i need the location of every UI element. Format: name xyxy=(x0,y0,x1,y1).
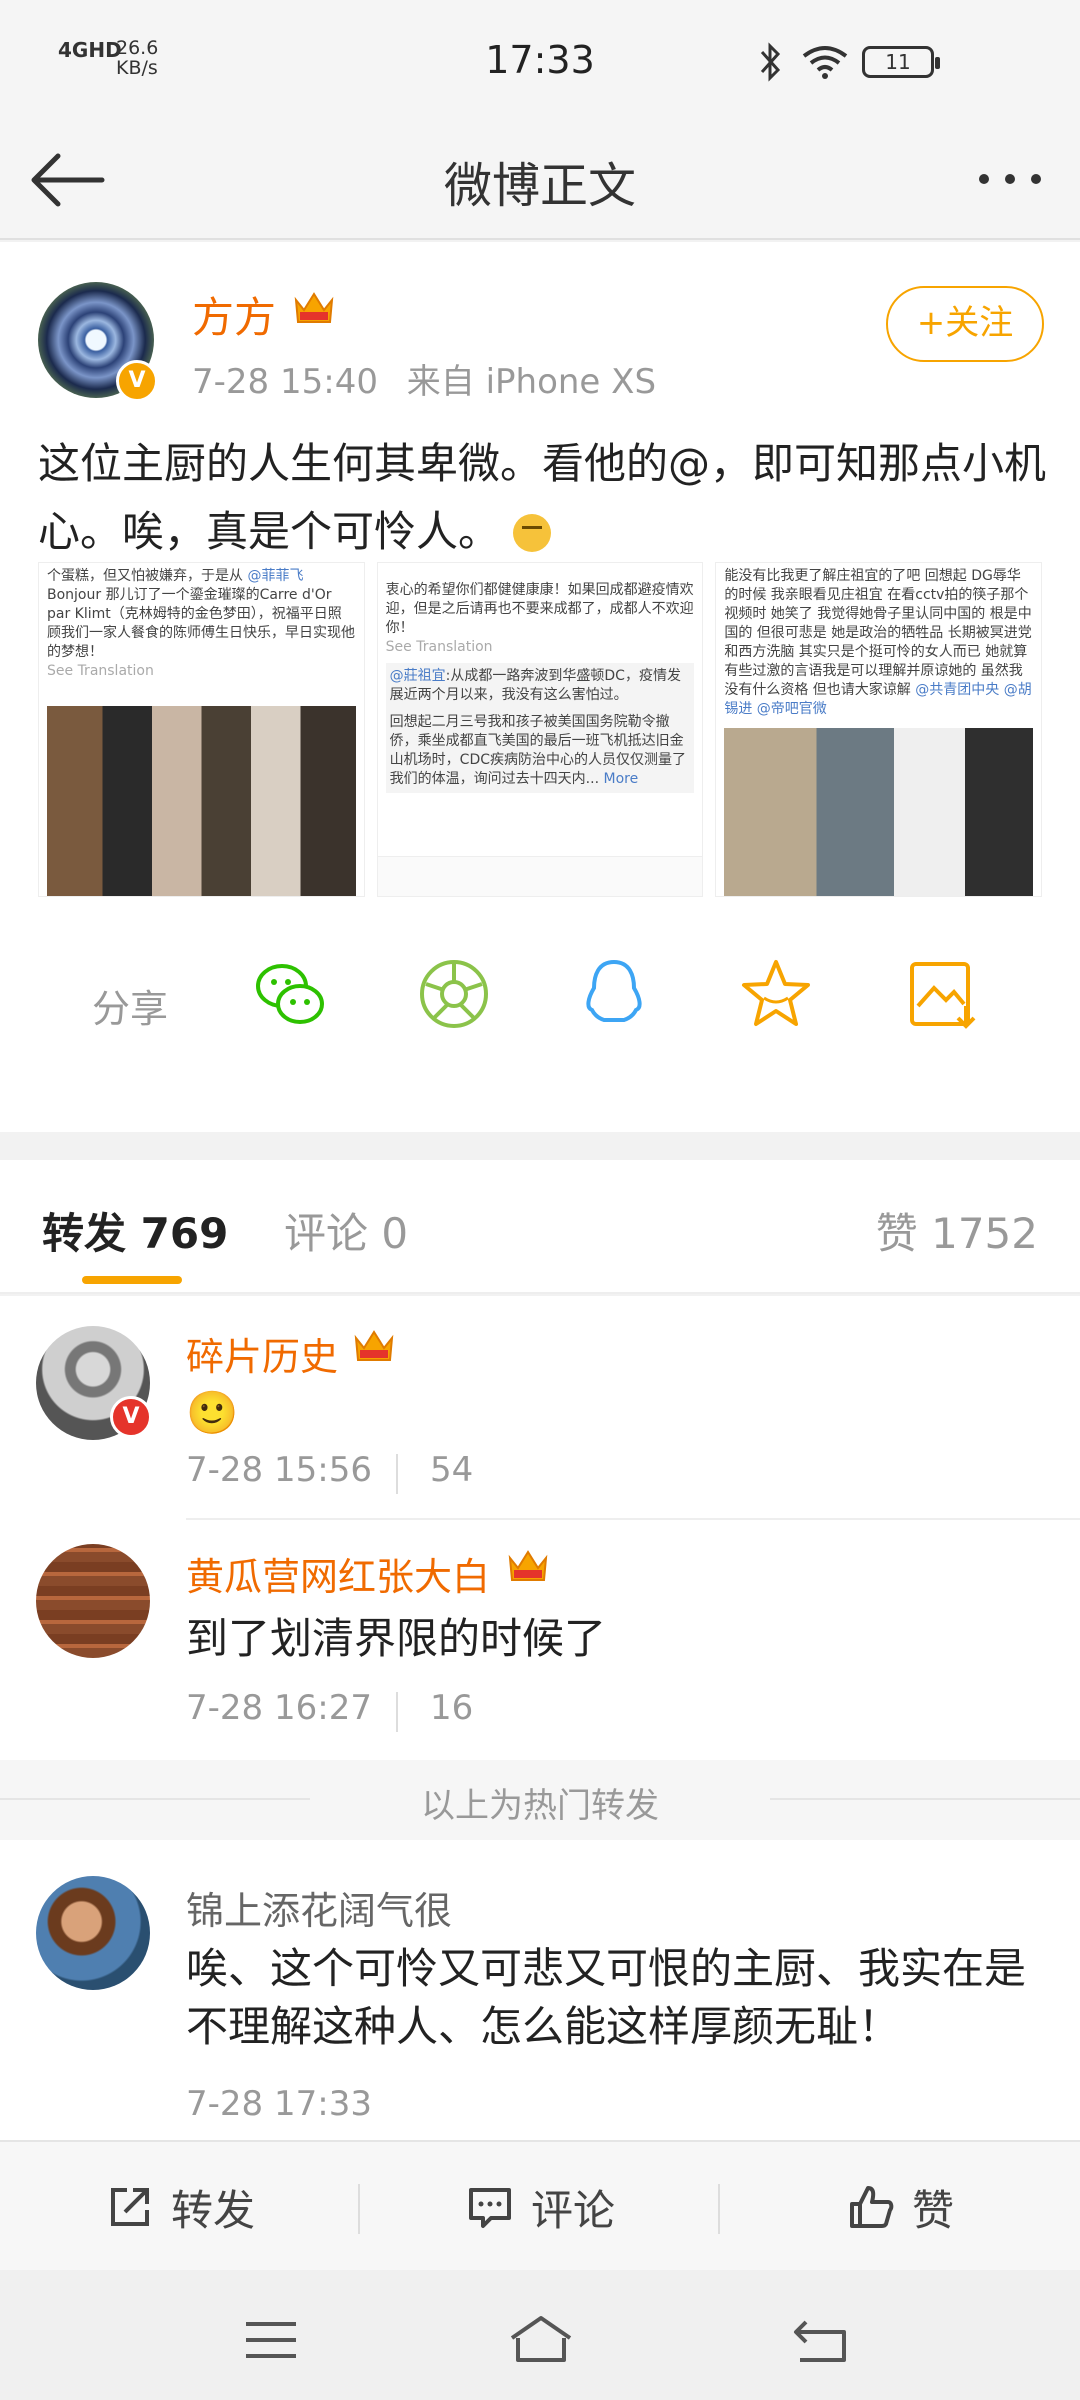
verified-badge-icon: V xyxy=(110,1396,152,1438)
image-1-photo xyxy=(47,706,356,896)
wifi-icon xyxy=(802,46,848,79)
reposter-name[interactable]: 黄瓜营网红张大白 xyxy=(186,1546,490,1601)
smirk-emoji-icon xyxy=(513,514,552,552)
image-1-translate: See Translation xyxy=(47,663,154,679)
hot-reposts-divider: 以上为热门转发 xyxy=(0,1760,1080,1840)
repost-count: 16 xyxy=(430,1688,474,1728)
post-source: 来自 iPhone XS xyxy=(406,362,657,402)
image-2-text: 衷心的希望你们都健健康康！如果回成都避疫情欢迎，但是之后请再也不要来成都了，成都… xyxy=(385,582,694,636)
author-avatar[interactable]: V xyxy=(38,282,158,402)
repost-text: 🙂 xyxy=(186,1388,239,1437)
like-label: 赞 xyxy=(911,2185,954,2235)
image-3-photo xyxy=(724,728,1034,896)
image-2-toolbar xyxy=(377,856,703,896)
divider xyxy=(396,1454,398,1494)
post-image-2[interactable]: 衷心的希望你们都健健康康！如果回成都避疫情欢迎，但是之后请再也不要来成都了，成都… xyxy=(376,562,704,897)
list-item[interactable]: 锦上添花阔气很 唉、这个可怜又可悲又可恨的主厨、我实在是不理解这种人、怎么能这样… xyxy=(0,1840,1080,2140)
interaction-tabs: 转发 769 评论 0 赞 1752 xyxy=(0,1160,1080,1294)
repost-button[interactable]: 转发 xyxy=(0,2142,360,2272)
comment-label: 评论 xyxy=(530,2185,615,2235)
image-2-translate: See Translation xyxy=(385,639,493,655)
post-card: V 方方 7-28 15:40 来自 iPhone XS +关注 这位主厨的人生… xyxy=(0,242,1080,1132)
tab-comments[interactable]: 评论 0 xyxy=(284,1200,408,1261)
repost-icon xyxy=(110,2188,149,2226)
image-1-body: Bonjour 那儿订了一个鎏金璀璨的Carre d'Or par Klimt（… xyxy=(47,587,355,660)
thumbs-up-icon xyxy=(849,2186,894,2228)
post-body: 这位主厨的人生何其卑微。看他的@，即可知那点小机心。唉，真是个可怜人。 xyxy=(38,430,1048,566)
favorite-icon[interactable] xyxy=(736,954,816,1034)
list-item[interactable]: 黄瓜营网红张大白 到了划清界限的时候了 7-28 16:27 16 xyxy=(0,1520,1080,1760)
reposter-name[interactable]: 碎片历史 xyxy=(186,1326,338,1381)
image-2-quote: @莊祖宜:从成都一路奔波到华盛顿DC，疫情发展近两个月以来，我没有这么害怕过。 … xyxy=(385,663,695,793)
save-image-icon[interactable] xyxy=(904,954,984,1034)
battery-icon: 11 xyxy=(862,46,940,78)
bottom-action-bar: 转发 评论 赞 xyxy=(0,2140,1080,2270)
vip-crown-icon xyxy=(294,292,334,323)
follow-button[interactable]: +关注 xyxy=(886,286,1044,362)
post-image-1[interactable]: 个蛋糕，但又怕被嫌弃，于是从 @菲菲飞 Bonjour 那儿订了一个鎏金璀璨的C… xyxy=(38,562,365,897)
repost-time: 7-28 15:56 xyxy=(186,1450,372,1490)
repost-text: 到了划清界限的时候了 xyxy=(186,1614,607,1663)
menu-icon[interactable] xyxy=(236,2310,306,2370)
repost-count: 54 xyxy=(430,1450,474,1490)
avatar[interactable] xyxy=(36,1544,150,1658)
comment-icon xyxy=(468,2188,511,2228)
wechat-icon[interactable] xyxy=(250,954,330,1034)
image-2-more: More xyxy=(603,771,639,787)
image-2-body: 回想起二月三号我和孩子被美国国务院勒令撤侨，乘坐成都直飞美国的最后一班飞机抵达旧… xyxy=(389,714,687,787)
vip-crown-icon xyxy=(508,1550,548,1581)
moments-icon[interactable] xyxy=(414,954,494,1034)
status-bar: 4GHD 26.6 KB/s 17:33 11 xyxy=(0,0,1080,120)
back-icon[interactable] xyxy=(786,2310,856,2370)
post-time: 7-28 15:40 xyxy=(192,362,378,402)
image-1-text: 个蛋糕，但又怕被嫌弃，于是从 xyxy=(47,568,243,584)
repost-time: 7-28 16:27 xyxy=(186,1688,372,1728)
tab-reposts[interactable]: 转发 769 xyxy=(42,1200,228,1261)
image-3-text: 能没有比我更了解庄祖宜的了吧 回想起 DG辱华的时候 我亲眼看见庄祖宜 在看cc… xyxy=(724,568,1032,698)
repost-list: V 碎片历史 🙂 7-28 15:56 54 黄瓜营网红张大白 到了划清界限的时… xyxy=(0,1296,1080,2140)
repost-label: 转发 xyxy=(170,2185,255,2235)
post-image-3[interactable]: 能没有比我更了解庄祖宜的了吧 回想起 DG辱华的时候 我亲眼看见庄祖宜 在看cc… xyxy=(715,562,1043,897)
share-row: 分享 xyxy=(0,954,1080,1054)
hot-reposts-label: 以上为热门转发 xyxy=(421,1786,659,1826)
post-images: 个蛋糕，但又怕被嫌弃，于是从 @菲菲飞 Bonjour 那儿订了一个鎏金璀璨的C… xyxy=(38,562,1043,897)
repost-text: 唉、这个可怜又可悲又可恨的主厨、我实在是不理解这种人、怎么能这样厚颜无耻！ xyxy=(186,1944,1027,2051)
active-tab-indicator xyxy=(82,1276,182,1284)
tab-likes[interactable]: 赞 1752 xyxy=(876,1200,1038,1261)
share-label: 分享 xyxy=(92,987,169,1031)
divider xyxy=(396,1692,398,1732)
comment-button[interactable]: 评论 xyxy=(360,2142,720,2272)
post-meta: 7-28 15:40 来自 iPhone XS xyxy=(192,354,656,403)
bluetooth-icon xyxy=(760,42,781,82)
repost-time: 7-28 17:33 xyxy=(186,2084,372,2124)
page-title: 微博正文 xyxy=(443,158,636,214)
list-item[interactable]: V 碎片历史 🙂 7-28 15:56 54 xyxy=(0,1296,1080,1536)
vip-crown-icon xyxy=(354,1330,394,1361)
like-button[interactable]: 赞 xyxy=(720,2142,1080,2272)
top-nav-bar: 微博正文 xyxy=(0,120,1080,240)
avatar[interactable] xyxy=(36,1876,150,1990)
reposter-name[interactable]: 锦上添花阔气很 xyxy=(186,1880,452,1935)
more-options-icon[interactable] xyxy=(970,154,1050,204)
image-1-mention: @菲菲飞 xyxy=(247,568,304,584)
system-nav-bar xyxy=(0,2270,1080,2400)
divider xyxy=(770,1798,1080,1800)
author-name[interactable]: 方方 xyxy=(192,284,276,345)
image-2-mention: @莊祖宜 xyxy=(389,668,446,684)
qq-icon[interactable] xyxy=(574,954,654,1034)
home-icon[interactable] xyxy=(506,2310,576,2370)
verified-badge-icon: V xyxy=(116,360,158,402)
